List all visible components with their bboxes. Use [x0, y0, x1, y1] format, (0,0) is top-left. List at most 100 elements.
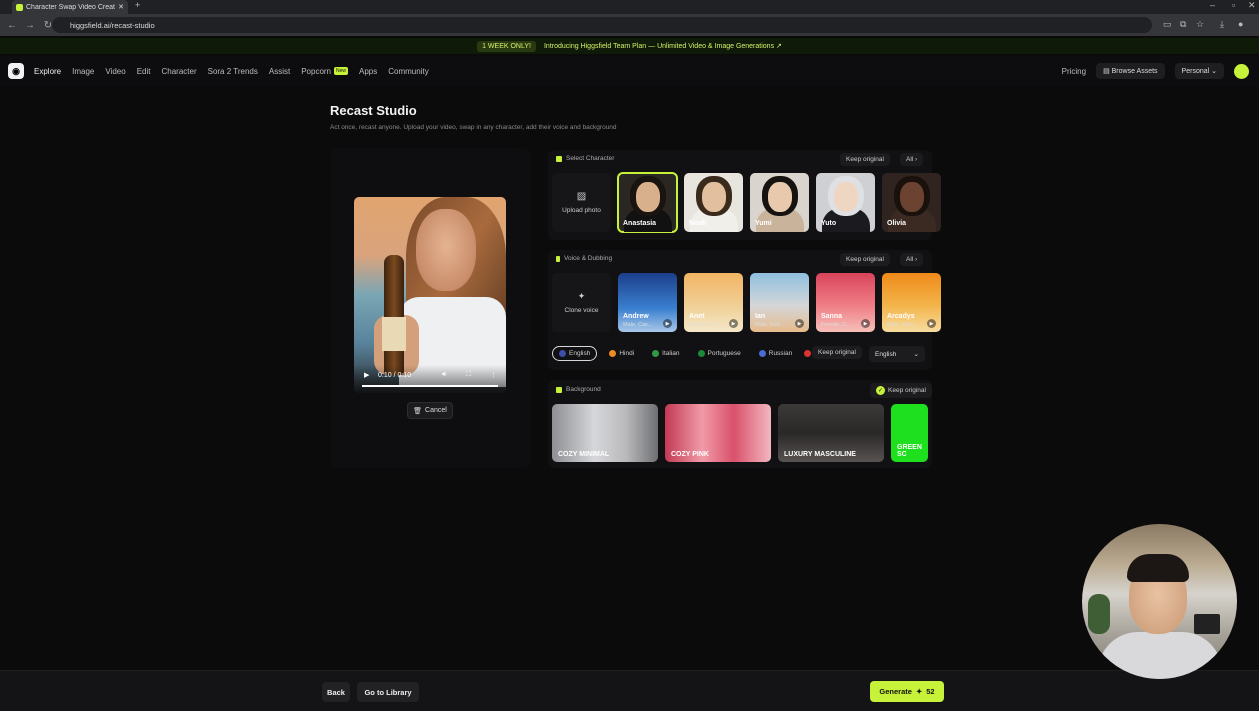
go-to-library-label: Go to Library — [364, 687, 412, 697]
character-face — [768, 182, 792, 212]
upload-photo-card[interactable]: ▨ Upload photo — [552, 173, 611, 232]
voice-all-button[interactable]: All › — [900, 253, 924, 266]
footer-bar: Back Go to Library — [0, 670, 1259, 711]
pricing-link[interactable]: Pricing — [1062, 67, 1086, 76]
close-tab-icon[interactable]: ✕ — [118, 3, 124, 11]
cancel-button[interactable]: 🗑︎ Cancel — [407, 402, 453, 419]
nav-item-popcorn-label: Popcorn — [301, 66, 331, 76]
close-window-icon[interactable]: ✕ — [1248, 0, 1256, 11]
browse-assets-label: Browse Assets — [1111, 68, 1158, 75]
background-card[interactable]: GREEN SC — [891, 404, 928, 462]
character-card[interactable]: Noah — [684, 173, 743, 232]
play-icon[interactable]: ▶ — [795, 319, 804, 328]
language-label: Portuguese — [707, 350, 741, 357]
voice-card[interactable]: Ian Male, Refl... ▶ — [750, 273, 809, 332]
character-all-button[interactable]: All › — [900, 153, 924, 166]
voice-header: Voice & Dubbing — [556, 255, 612, 262]
language-dropdown-value: English — [875, 350, 897, 358]
voice-card[interactable]: Andrew Male, Cas... ▶ — [618, 273, 677, 332]
voice-keep-original-button[interactable]: Keep original — [840, 253, 890, 266]
nav-item-sora-trends[interactable]: Sora 2 Trends — [208, 67, 258, 76]
higgsfield-logo-icon[interactable]: ◉ — [8, 63, 24, 79]
play-icon[interactable]: ▶ — [364, 371, 369, 379]
back-arrow-icon[interactable]: ← — [6, 20, 18, 31]
forward-arrow-icon[interactable]: → — [24, 20, 36, 31]
nav-item-popcorn[interactable]: Popcorn New — [301, 66, 349, 76]
background-name: LUXURY MASCULINE — [784, 451, 856, 458]
cancel-label: Cancel — [425, 407, 447, 414]
language-option[interactable]: English — [552, 346, 598, 361]
language-option[interactable]: Hindi — [603, 347, 640, 360]
go-to-library-button[interactable]: Go to Library — [357, 682, 419, 702]
play-icon[interactable]: ▶ — [729, 319, 738, 328]
video-bottle-label — [382, 317, 406, 351]
character-name: Olivia — [887, 220, 907, 227]
language-option[interactable]: Portuguese — [692, 347, 747, 360]
nav-item-community[interactable]: Community — [388, 67, 428, 76]
maximize-icon[interactable]: ▫ — [1232, 0, 1235, 10]
character-card[interactable]: Yumi — [750, 173, 809, 232]
background-name: GREEN SC — [897, 444, 922, 458]
character-card[interactable]: Yuto — [816, 173, 875, 232]
voice-card[interactable]: Sanna Female, C... ▶ — [816, 273, 875, 332]
new-tab-icon[interactable]: + — [135, 0, 140, 10]
profile-icon[interactable]: ● — [1238, 19, 1243, 29]
nav-item-assist[interactable]: Assist — [269, 67, 290, 76]
fullscreen-icon[interactable]: ⛶ — [466, 371, 471, 379]
voice-description: Male, Refl... — [755, 322, 785, 328]
background-card[interactable]: COZY MINIMAL — [552, 404, 658, 462]
character-card[interactable]: Olivia — [882, 173, 941, 232]
video-player[interactable]: ▶ 0:10 / 0:10 🔊︎ ⛶ ⋮ — [354, 197, 506, 393]
voice-card[interactable]: Arcadys Male, Smo... ▶ — [882, 273, 941, 332]
promo-banner[interactable]: 1 WEEK ONLY! Introducing Higgsfield Team… — [0, 38, 1259, 54]
image-upload-icon: ▨ — [576, 191, 587, 202]
webcam-monitor — [1194, 614, 1220, 634]
back-button[interactable]: Back — [322, 682, 350, 702]
background-card[interactable]: LUXURY MASCULINE — [778, 404, 884, 462]
clone-voice-card[interactable]: ✦ Clone voice — [552, 273, 611, 332]
nav-item-video[interactable]: Video — [105, 67, 125, 76]
voice-card[interactable]: Anet Female, Fl... ▶ — [684, 273, 743, 332]
flag-icon — [652, 350, 660, 357]
download-icon[interactable]: ⤓ — [1220, 19, 1224, 30]
video-time: 0:10 / 0:10 — [378, 372, 412, 379]
language-dropdown[interactable]: English ⌄ — [869, 346, 925, 362]
background-header-label: Background — [566, 386, 601, 393]
nav-item-edit[interactable]: Edit — [137, 67, 151, 76]
more-options-icon[interactable]: ⋮ — [490, 371, 497, 379]
cast-icon[interactable]: ▭ — [1163, 19, 1172, 30]
user-avatar[interactable] — [1234, 63, 1249, 79]
top-navigation: ◉ Explore Image Video Edit Character Sor… — [0, 56, 1259, 86]
character-face — [636, 182, 660, 212]
play-icon[interactable]: ▶ — [861, 319, 870, 328]
nav-item-character[interactable]: Character — [161, 67, 196, 76]
microphone-icon — [556, 255, 560, 262]
video-progress-bar[interactable] — [362, 385, 498, 387]
character-card[interactable]: Anastasia — [617, 172, 678, 233]
bookmark-star-icon[interactable]: ☆ — [1196, 19, 1204, 30]
play-icon[interactable]: ▶ — [927, 319, 936, 328]
language-keep-original-button[interactable]: Keep original — [812, 346, 862, 359]
generate-button[interactable]: Generate ✦ 52 — [870, 681, 944, 702]
character-keep-original-label: Keep original — [846, 156, 884, 163]
flag-icon — [697, 350, 705, 357]
flag-icon — [559, 350, 566, 357]
character-face — [900, 182, 924, 212]
webcam-person-shirt — [1098, 632, 1222, 679]
browse-assets-button[interactable]: ▤ Browse Assets — [1096, 63, 1165, 79]
browser-tab[interactable]: Character Swap Video Creatio ✕ — [12, 0, 128, 14]
volume-icon[interactable]: 🔊︎ — [442, 371, 446, 379]
background-keep-original-button[interactable]: ✓ Keep original — [870, 383, 932, 398]
nav-item-image[interactable]: Image — [72, 67, 94, 76]
language-option[interactable]: Italian — [646, 347, 685, 360]
workspace-selector[interactable]: Personal ⌄ — [1174, 63, 1224, 79]
background-card[interactable]: COZY PINK — [665, 404, 771, 462]
language-option[interactable]: Russian — [753, 347, 798, 360]
nav-item-explore[interactable]: Explore — [34, 67, 61, 76]
minimize-icon[interactable]: – — [1210, 0, 1215, 10]
character-keep-original-button[interactable]: Keep original — [840, 153, 890, 166]
url-field[interactable]: higgsfield.ai/recast-studio — [52, 17, 1152, 33]
play-icon[interactable]: ▶ — [663, 319, 672, 328]
nav-item-apps[interactable]: Apps — [359, 67, 377, 76]
translate-icon[interactable]: ⧉ — [1180, 19, 1186, 30]
